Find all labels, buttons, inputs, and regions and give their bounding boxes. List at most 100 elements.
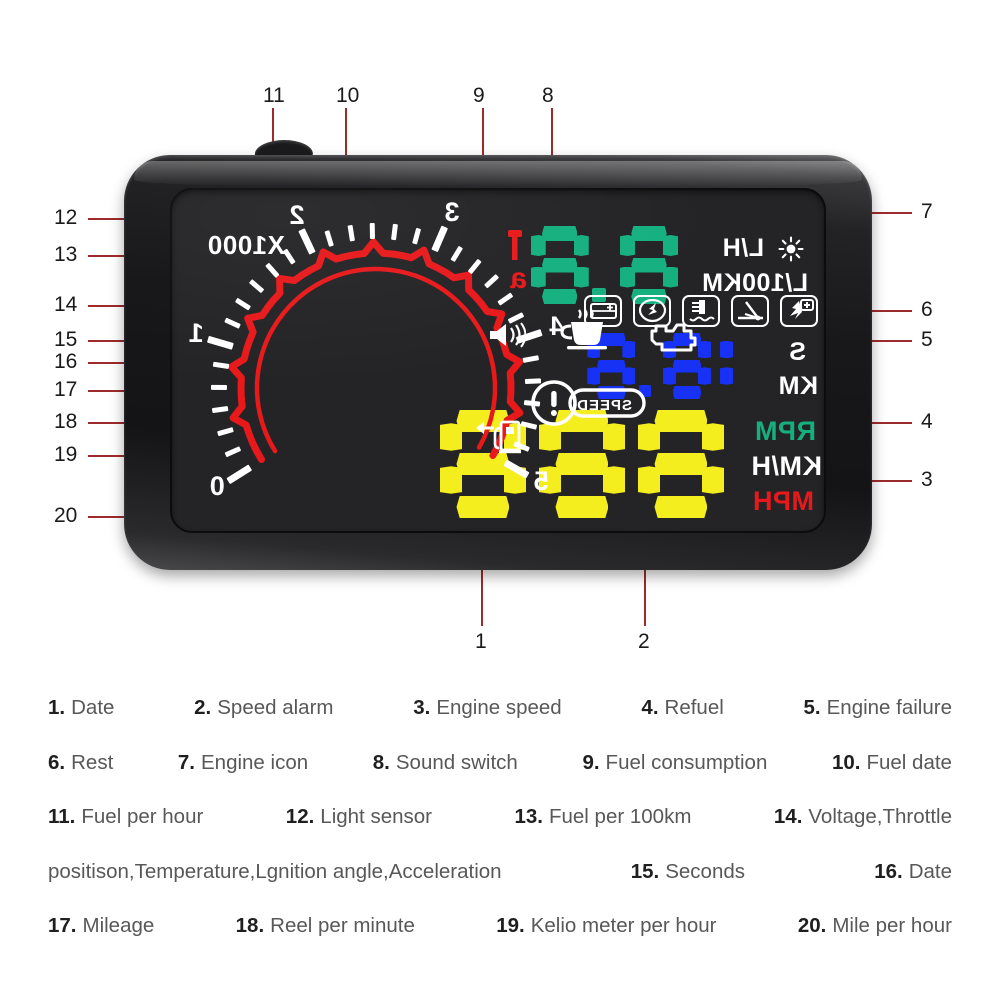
speed-alarm-badge-label: SPEED [576, 397, 632, 414]
segment-f [622, 341, 635, 358]
legend-item: 16. Date [874, 859, 952, 883]
segment-c [663, 367, 676, 384]
segment-f [663, 235, 678, 256]
segment-c [638, 466, 660, 494]
segment-e [574, 267, 589, 288]
gauge-tick-label: 5 [533, 465, 549, 496]
legend-item: 15. Seconds [630, 859, 745, 883]
seven-segment-digit [720, 333, 768, 399]
segment-d [655, 496, 708, 518]
legend-item-number: 7. [177, 750, 195, 774]
seconds-unit: S [788, 338, 806, 366]
lcd-mirrored-content: L/H L/100KM a S KM RPM KM/H MPH 0 1 2 3 … [170, 188, 826, 533]
legend-item: 4. Refuel [641, 696, 723, 719]
segment-b [620, 235, 635, 256]
segment-g [631, 258, 667, 273]
legend-item-label: positison,Temperature,Lgnition angle,Acc… [48, 859, 502, 883]
legend-row: positison,Temperature,Lgnition angle,Acc… [48, 859, 952, 883]
legend-item-number: 16. [874, 859, 903, 883]
segment-f [574, 235, 589, 256]
legend-item-number: 11. [48, 805, 76, 828]
segment-a [631, 226, 667, 241]
callout-number-10: 10 [336, 84, 360, 107]
segment-d [673, 386, 702, 399]
callout-number-17: 17 [54, 378, 78, 401]
legend-item-label: Voltage,Throttle [808, 805, 952, 828]
segment-e [663, 267, 678, 288]
legend-item-label: Date [71, 696, 115, 719]
throttle-position-icon [731, 295, 769, 327]
legend-item: 12. Light sensor [285, 805, 432, 828]
fuel-per-100km-unit: L/100KM [701, 269, 808, 297]
legend-item-label: Fuel per 100km [548, 805, 692, 828]
mileage-unit: KM [778, 372, 818, 400]
segment-f [698, 341, 711, 358]
legend-item-label: Light sensor [320, 805, 432, 828]
segment-c [620, 267, 635, 288]
callout-number-3: 3 [921, 468, 933, 491]
segment-d [556, 496, 609, 518]
callout-number-13: 13 [54, 243, 78, 266]
legend-item-number: 19. [496, 914, 525, 937]
legend-item: 2. Speed alarm [194, 696, 334, 719]
legend-item: 20. Mile per hour [798, 914, 952, 937]
segment-g [673, 360, 702, 373]
callout-number-6: 6 [921, 298, 933, 321]
legend-item-number: 18. [235, 914, 265, 937]
segment-g [655, 453, 708, 475]
segment-e [702, 466, 724, 494]
segment-e [698, 367, 711, 384]
legend-item: 7. Engine icon [177, 750, 308, 774]
legend-item-number: 13. [514, 805, 543, 828]
refuel-icon [470, 416, 526, 461]
legend-item-label: Speed alarm [217, 696, 334, 719]
legend-item-number: 2. [194, 696, 212, 719]
hud-screen: L/H L/100KM a S KM RPM KM/H MPH 0 1 2 3 … [170, 188, 826, 533]
legend-item: positison,Temperature,Lgnition angle,Acc… [48, 859, 502, 883]
segment-f [702, 423, 724, 451]
segment-e [755, 367, 768, 384]
segment-g [556, 453, 609, 475]
segment-c [720, 367, 733, 384]
legend-row: 17. Mileage 18. Reel per minute 19. Kelio met… [48, 914, 952, 937]
tach-multiplier-label: X1000 [207, 230, 285, 260]
callout-number-7: 7 [921, 200, 933, 223]
legend-item-number: 12. [285, 805, 315, 828]
speed-alarm-icon: SPEED [530, 380, 646, 431]
gauge-tick-label: 2 [289, 200, 305, 230]
legend-item-label: Mile per hour [832, 914, 952, 937]
callout-number-16: 16 [54, 350, 78, 373]
voltage-icon [780, 295, 818, 327]
legend-item-number: 6. [48, 750, 66, 774]
callout-number-9: 9 [473, 84, 485, 107]
legend-item-label: Reel per minute [270, 914, 415, 937]
legend-item: 17. Mileage [48, 915, 154, 937]
seven-segment-digit [638, 410, 724, 518]
legend-item-number: 10. [831, 750, 861, 774]
legend-item: 9. Fuel consumption [582, 750, 768, 774]
callout-number-14: 14 [54, 293, 78, 316]
legend-item: 3. Engine speed [413, 697, 562, 719]
segment-g [597, 360, 626, 373]
legend-row: 11. Fuel per hour 12. Light sensor 13. Fuel p… [48, 805, 952, 828]
legend-item: 19. Kelio meter per hour [496, 914, 716, 937]
legend-item: 6. Rest [48, 750, 113, 774]
legend-item-number: 9. [582, 750, 600, 774]
legend-item: 8. Sound switch [373, 752, 518, 774]
segment-g [730, 360, 759, 373]
legend-item-number: 4. [641, 696, 659, 719]
callout-number-2: 2 [638, 630, 650, 653]
segment-d [730, 386, 759, 399]
legend-item-number: 15. [630, 859, 660, 883]
rpm-unit-label: RPM [754, 416, 817, 446]
callout-number-5: 5 [921, 328, 933, 351]
legend-item-label: Fuel consumption [605, 750, 768, 774]
callout-number-8: 8 [542, 84, 554, 107]
segment-e [603, 466, 625, 494]
fuel-per-hour-unit: L/H [722, 234, 764, 262]
callout-number-20: 20 [54, 504, 78, 527]
callout-number-4: 4 [921, 410, 933, 433]
legend-item-number: 14. [773, 805, 803, 828]
callout-number-15: 15 [54, 328, 78, 351]
callout-number-18: 18 [54, 410, 78, 433]
